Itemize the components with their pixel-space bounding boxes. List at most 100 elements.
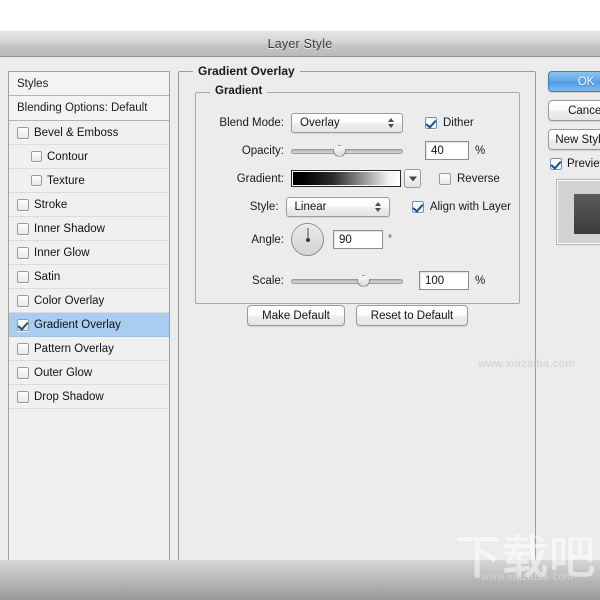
style-label: Drop Shadow [34,390,104,403]
cancel-label: Cancel [568,104,600,117]
gradient-preset-dropdown-icon[interactable] [404,169,421,188]
cancel-button[interactable]: Cancel [548,100,600,121]
style-label: Stroke [34,198,68,211]
scale-slider-knob[interactable] [357,274,370,287]
opacity-input[interactable]: 40 [425,141,469,160]
blending-options-row[interactable]: Blending Options: Default [9,96,169,121]
checkbox-bevel-emboss[interactable] [17,126,29,139]
new-style-label: New Style... [555,133,600,146]
gradient-overlay-group: Gradient Overlay Gradient Blend Mode: Ov… [178,64,536,580]
style-row: Style: Linear Align with Layer [206,197,511,217]
style-item-gradient-overlay[interactable]: Gradient Overlay [9,313,169,337]
gradient-style-value: Linear [294,201,327,213]
scale-row: Scale: 100 % [206,271,511,290]
angle-dial[interactable] [291,223,324,256]
gradient-subgroup-title: Gradient [210,85,268,97]
checkbox-preview[interactable] [550,158,562,170]
blend-mode-value: Overlay [300,117,340,129]
scale-slider[interactable] [291,273,403,289]
scale-value: 100 [425,274,445,287]
gradient-style-select[interactable]: Linear [285,197,390,217]
chevron-updown-icon [388,117,395,129]
opacity-unit: % [475,144,486,157]
top-strip [0,0,600,30]
checkbox-satin[interactable] [17,270,29,283]
angle-input[interactable]: 90 [333,230,383,249]
checkbox-align-with-layer[interactable] [411,201,424,213]
checkbox-pattern-overlay[interactable] [17,342,29,355]
gradient-swatch[interactable] [291,170,401,187]
blend-mode-label: Blend Mode: [219,117,284,129]
scale-input[interactable]: 100 [419,271,469,290]
preview-row[interactable]: Preview [550,158,600,170]
style-item-contour[interactable]: Contour [9,145,169,169]
checkbox-outer-glow[interactable] [17,366,29,379]
blend-mode-select[interactable]: Overlay [291,113,403,133]
opacity-row: Opacity: 40 % [206,141,511,160]
preview-label: Preview [567,158,600,170]
dialog-title: Layer Style [267,36,333,51]
style-label: Satin [34,270,61,283]
scale-label: Scale: [252,274,284,287]
scale-unit: % [475,274,486,287]
styles-list-panel[interactable]: Styles Blending Options: Default Bevel &… [8,71,170,580]
opacity-value: 40 [431,144,444,157]
chevron-updown-icon [374,201,382,213]
style-label: Bevel & Emboss [34,126,119,139]
opacity-slider[interactable] [291,143,403,159]
style-item-texture[interactable]: Texture [9,169,169,193]
opacity-slider-track [291,148,403,154]
style-item-pattern-overlay[interactable]: Pattern Overlay [9,337,169,361]
checkbox-gradient-overlay[interactable] [17,318,29,331]
checkbox-inner-glow[interactable] [17,246,29,259]
ok-label: OK [577,75,595,88]
style-label: Contour [47,150,88,163]
checkbox-stroke[interactable] [17,198,29,211]
gradient-row: Gradient: Reverse [206,169,511,188]
angle-label: Angle: [251,233,284,246]
dither-label: Dither [443,117,474,129]
angle-unit: ° [388,234,392,245]
layer-style-dialog: Layer Style Styles Blending Options: Def… [0,0,600,600]
blend-mode-row: Blend Mode: Overlay Dither [206,113,511,133]
align-with-layer-label: Align with Layer [429,201,511,213]
angle-row: Angle: 90 ° [206,223,511,256]
reset-to-default-button[interactable]: Reset to Default [356,305,468,326]
dialog-titlebar[interactable]: Layer Style [0,30,600,57]
style-label-text: Style: [249,201,279,213]
checkbox-drop-shadow[interactable] [17,390,29,403]
gradient-subgroup: Gradient Blend Mode: Overlay Dither Opac… [195,85,520,304]
style-item-inner-shadow[interactable]: Inner Shadow [9,217,169,241]
checkbox-contour[interactable] [31,151,42,162]
make-default-label: Make Default [262,309,330,322]
angle-dial-center [305,237,310,242]
style-label: Inner Shadow [34,222,105,235]
ok-button[interactable]: OK [548,71,600,92]
style-label: Texture [47,174,85,187]
styles-panel-header: Styles [9,72,169,96]
checkbox-inner-shadow[interactable] [17,222,29,235]
style-label: Inner Glow [34,246,90,259]
style-item-outer-glow[interactable]: Outer Glow [9,361,169,385]
make-default-button[interactable]: Make Default [247,305,345,326]
style-label: Outer Glow [34,366,93,379]
style-item-satin[interactable]: Satin [9,265,169,289]
angle-value: 90 [339,233,352,246]
dialog-body: Styles Blending Options: Default Bevel &… [0,57,600,600]
style-item-bevel-emboss[interactable]: Bevel & Emboss [9,121,169,145]
checkbox-color-overlay[interactable] [17,294,29,307]
style-label: Pattern Overlay [34,342,114,355]
style-item-stroke[interactable]: Stroke [9,193,169,217]
blending-options-label: Blending Options: Default [17,102,148,114]
opacity-slider-knob[interactable] [333,144,346,157]
styles-header-label: Styles [17,77,49,90]
style-item-inner-glow[interactable]: Inner Glow [9,241,169,265]
style-item-color-overlay[interactable]: Color Overlay [9,289,169,313]
checkbox-reverse[interactable] [439,172,451,185]
new-style-button[interactable]: New Style... [548,129,600,150]
checkbox-texture[interactable] [31,175,42,186]
checkbox-dither[interactable] [425,117,437,129]
watermark-url-small: www.xiazaiba.com [478,358,575,370]
gradient-label: Gradient: [236,172,284,185]
style-item-drop-shadow[interactable]: Drop Shadow [9,385,169,409]
